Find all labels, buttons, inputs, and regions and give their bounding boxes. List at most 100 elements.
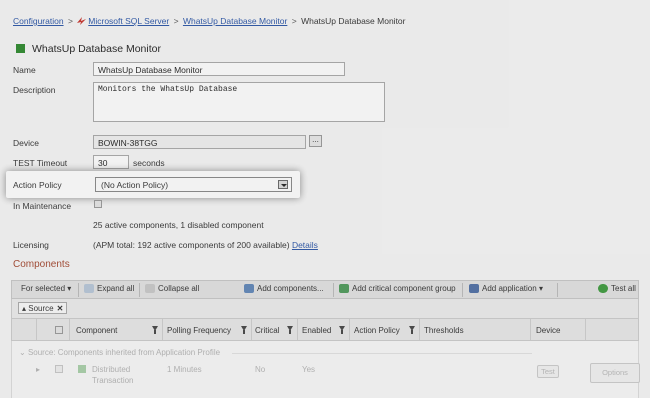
toolbar-divider bbox=[462, 283, 463, 297]
licensing-info: (APM total: 192 active components of 200… bbox=[93, 240, 318, 250]
toolbar-divider bbox=[139, 283, 140, 297]
maintenance-checkbox[interactable] bbox=[94, 200, 102, 208]
action-policy-value: (No Action Policy) bbox=[101, 180, 169, 190]
page-title-row: WhatsUp Database Monitor bbox=[16, 43, 161, 55]
column-divider bbox=[585, 319, 586, 340]
row-critical: No bbox=[255, 365, 266, 374]
name-label: Name bbox=[13, 65, 36, 75]
chevron-down-icon: ▾ bbox=[67, 284, 72, 293]
breadcrumb-sql-server[interactable]: Microsoft SQL Server bbox=[88, 16, 169, 26]
filter-icon[interactable] bbox=[287, 326, 293, 334]
column-enabled[interactable]: Enabled bbox=[302, 326, 331, 335]
column-divider bbox=[297, 319, 298, 340]
column-divider bbox=[36, 319, 37, 340]
components-section-title: Components bbox=[13, 259, 70, 270]
expand-all-button[interactable]: Expand all bbox=[84, 284, 134, 293]
components-toolbar: For selected ▾ Expand all Collapse all A… bbox=[11, 280, 639, 299]
licensing-text: (APM total: 192 active components of 200… bbox=[93, 240, 290, 250]
group-chip-source[interactable]: ▴ Source ✕ bbox=[18, 302, 68, 314]
close-icon[interactable]: ✕ bbox=[57, 304, 64, 313]
action-policy-select[interactable]: (No Action Policy) bbox=[95, 177, 292, 192]
breadcrumb-app-monitor[interactable]: WhatsUp Database Monitor bbox=[183, 16, 287, 26]
expand-row-icon[interactable]: ▸ bbox=[36, 365, 40, 374]
components-table-header: Component Polling Frequency Critical Ena… bbox=[11, 318, 639, 341]
breadcrumb-current: WhatsUp Database Monitor bbox=[301, 16, 406, 26]
column-device[interactable]: Device bbox=[536, 326, 560, 335]
column-component[interactable]: Component bbox=[76, 326, 117, 335]
toolbar-divider bbox=[78, 283, 79, 297]
device-input[interactable]: BOWIN-38TGG bbox=[93, 135, 306, 149]
action-policy-highlight: Action Policy (No Action Policy) bbox=[6, 171, 300, 198]
row-component[interactable]: Distributed Transaction bbox=[92, 364, 152, 386]
column-action-policy[interactable]: Action Policy bbox=[354, 326, 400, 335]
description-textarea[interactable]: Monitors the WhatsUp Database bbox=[93, 82, 385, 122]
components-summary: 25 active components, 1 disabled compone… bbox=[93, 220, 264, 230]
row-options-button[interactable]: Options bbox=[590, 363, 640, 383]
expand-all-label: Expand all bbox=[97, 284, 135, 293]
filter-icon[interactable] bbox=[241, 326, 247, 334]
licensing-label: Licensing bbox=[13, 240, 49, 250]
column-critical[interactable]: Critical bbox=[255, 326, 279, 335]
breadcrumb-separator: > bbox=[67, 16, 73, 26]
filter-icon[interactable] bbox=[152, 326, 158, 334]
column-divider bbox=[419, 319, 420, 340]
sql-server-icon bbox=[77, 17, 87, 25]
add-group-icon bbox=[339, 284, 349, 293]
breadcrumb: Configuration > Microsoft SQL Server > W… bbox=[13, 16, 406, 26]
collapse-icon bbox=[145, 284, 155, 293]
components-table-body: ⌄ Source: Components inherited from Appl… bbox=[11, 341, 640, 398]
column-divider bbox=[251, 319, 252, 340]
group-by-bar: ▴ Source ✕ bbox=[11, 299, 639, 318]
status-up-icon bbox=[16, 44, 25, 53]
column-divider bbox=[530, 319, 531, 340]
add-application-label: Add application bbox=[482, 284, 537, 293]
collapse-all-label: Collapse all bbox=[158, 284, 200, 293]
column-thresholds[interactable]: Thresholds bbox=[424, 326, 464, 335]
row-enabled: Yes bbox=[302, 365, 316, 374]
select-all-checkbox[interactable] bbox=[55, 326, 63, 334]
row-checkbox[interactable] bbox=[55, 365, 63, 373]
page-title: WhatsUp Database Monitor bbox=[32, 43, 161, 55]
column-divider bbox=[69, 319, 70, 340]
timeout-unit: seconds bbox=[133, 158, 165, 168]
column-polling-frequency[interactable]: Polling Frequency bbox=[167, 326, 231, 335]
check-icon bbox=[598, 284, 608, 293]
filter-icon[interactable] bbox=[339, 326, 345, 334]
chevron-down-icon: ▾ bbox=[538, 284, 543, 293]
timeout-input[interactable]: 30 bbox=[93, 155, 129, 169]
toolbar-divider bbox=[333, 283, 334, 297]
row-polling: 1 Minutes bbox=[167, 365, 202, 374]
add-components-icon bbox=[244, 284, 254, 293]
add-components-button[interactable]: Add components... bbox=[244, 284, 324, 293]
column-divider bbox=[349, 319, 350, 340]
add-critical-group-button[interactable]: Add critical component group bbox=[339, 284, 456, 293]
test-all-button[interactable]: Test all bbox=[598, 284, 636, 293]
expand-icon bbox=[84, 284, 94, 293]
browse-device-button[interactable]: ... bbox=[309, 135, 322, 147]
group-chip-label: Source bbox=[28, 304, 54, 313]
group-row-source[interactable]: ⌄ Source: Components inherited from Appl… bbox=[19, 348, 220, 357]
breadcrumb-configuration[interactable]: Configuration bbox=[13, 16, 64, 26]
for-selected-label: For selected bbox=[21, 284, 66, 293]
breadcrumb-separator: > bbox=[173, 16, 179, 26]
add-components-label: Add components... bbox=[257, 284, 324, 293]
add-application-menu[interactable]: Add application ▾ bbox=[469, 284, 543, 293]
toolbar-divider bbox=[557, 283, 558, 297]
component-status-icon bbox=[78, 365, 86, 373]
chevron-down-icon[interactable] bbox=[278, 180, 288, 189]
description-label: Description bbox=[13, 85, 56, 95]
group-row-rule bbox=[232, 353, 532, 354]
row-test-button[interactable]: Test bbox=[537, 365, 559, 378]
device-label: Device bbox=[13, 138, 39, 148]
name-input[interactable]: WhatsUp Database Monitor bbox=[93, 62, 345, 76]
test-all-label: Test all bbox=[611, 284, 636, 293]
timeout-label: TEST Timeout bbox=[13, 158, 68, 168]
for-selected-menu[interactable]: For selected ▾ bbox=[21, 284, 71, 293]
action-policy-label: Action Policy bbox=[13, 180, 62, 190]
licensing-details-link[interactable]: Details bbox=[292, 240, 318, 250]
filter-icon[interactable] bbox=[409, 326, 415, 334]
breadcrumb-separator: > bbox=[291, 16, 297, 26]
collapse-arrow-icon: ⌄ bbox=[19, 348, 28, 357]
maintenance-label: In Maintenance bbox=[13, 201, 72, 211]
collapse-all-button[interactable]: Collapse all bbox=[145, 284, 199, 293]
